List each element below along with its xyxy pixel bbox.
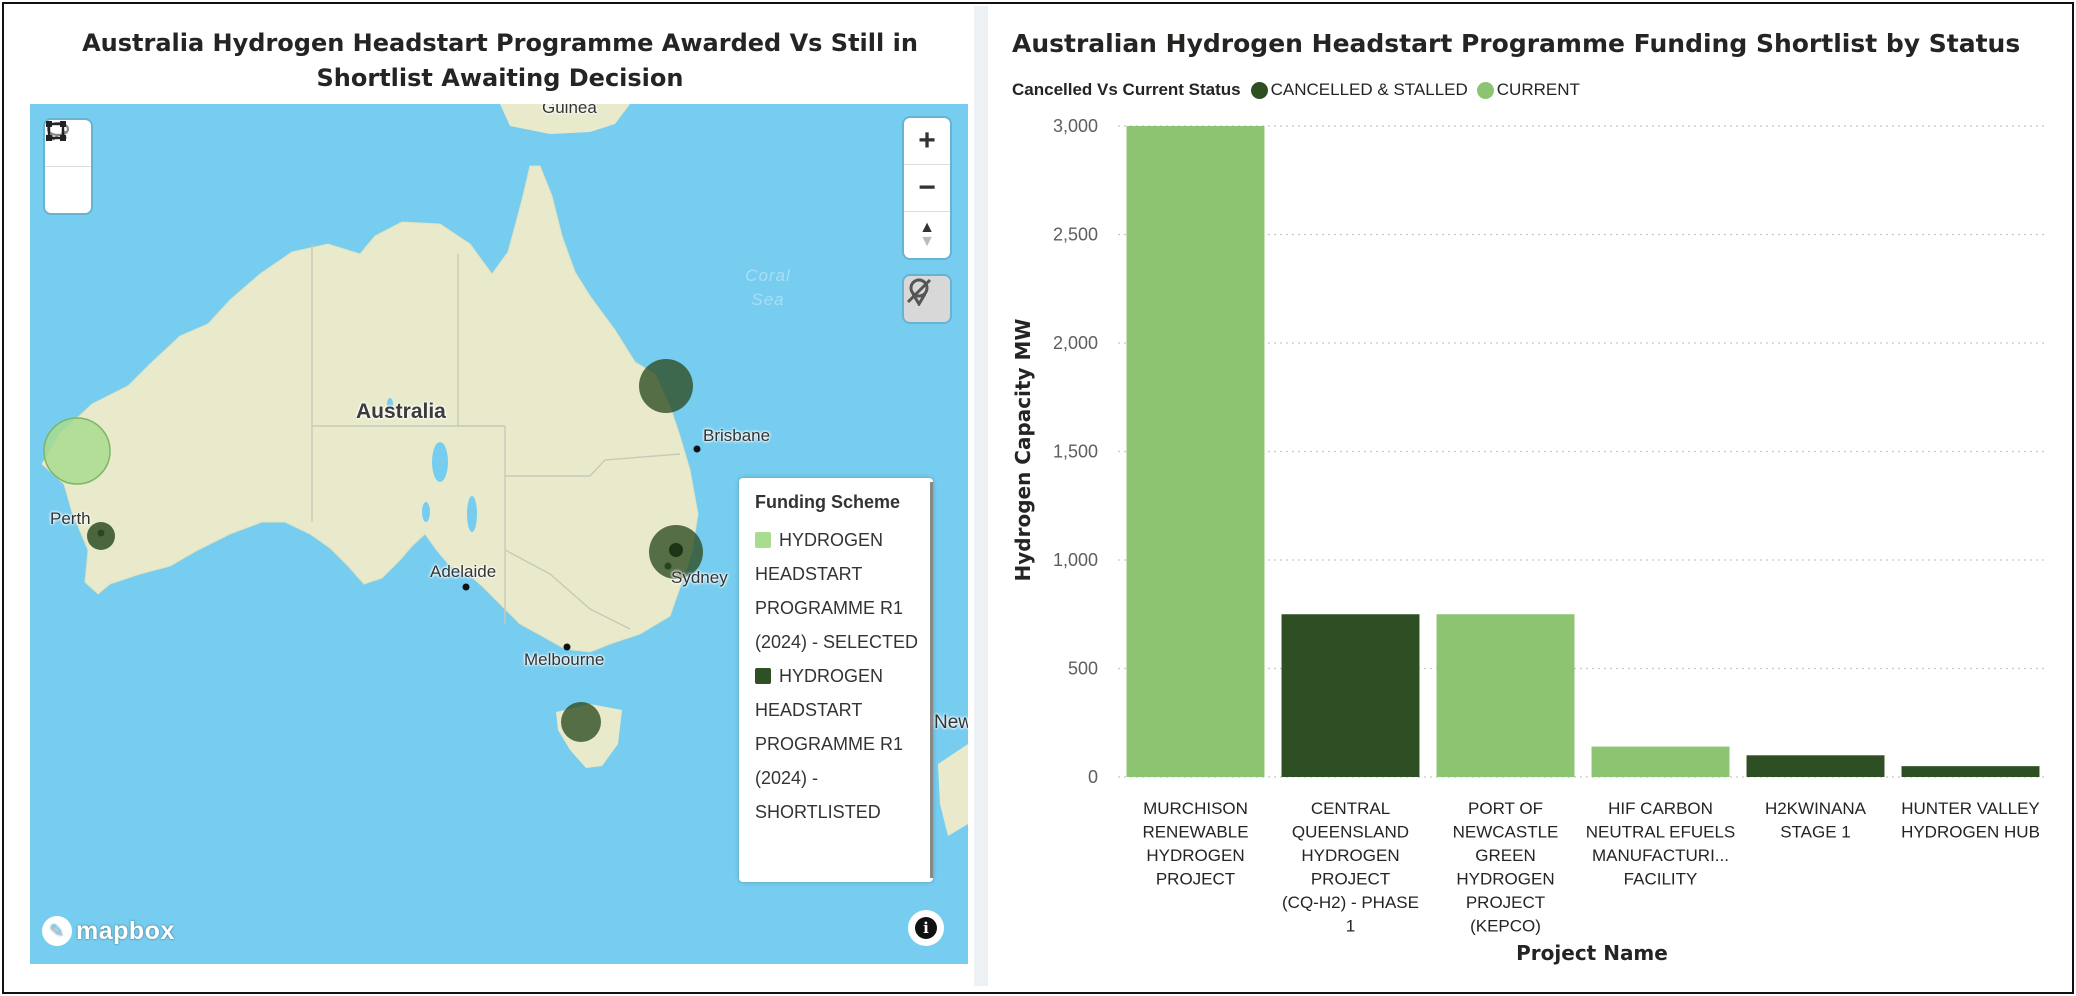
x-tick-label: H2KWINANA xyxy=(1765,799,1867,818)
x-tick-label: HYDROGEN xyxy=(1146,846,1244,865)
x-tick-label: (KEPCO) xyxy=(1470,917,1541,936)
y-tick-label: 2,500 xyxy=(1053,225,1098,245)
y-tick-label: 0 xyxy=(1088,767,1098,787)
x-tick-label: HYDROGEN xyxy=(1301,846,1399,865)
bar[interactable] xyxy=(1591,746,1730,777)
y-tick-label: 1,000 xyxy=(1053,550,1098,570)
x-tick-label: NEUTRAL EFUELS xyxy=(1586,823,1736,842)
y-tick-label: 3,000 xyxy=(1053,116,1098,136)
y-tick-label: 500 xyxy=(1068,659,1098,679)
x-tick-label: PROJECT xyxy=(1156,870,1235,889)
x-tick-label: HIF CARBON xyxy=(1608,799,1713,818)
x-axis-title: Project Name xyxy=(1516,941,1668,965)
bar[interactable] xyxy=(1746,755,1885,777)
bar[interactable] xyxy=(1281,614,1420,777)
x-tick-label: QUEENSLAND xyxy=(1292,823,1409,842)
y-axis-title: Hydrogen Capacity MW xyxy=(1011,319,1035,582)
x-tick-label: HYDROGEN HUB xyxy=(1901,823,2040,842)
bar-chart: 0 500 1,000 1,500 2,000 2,500 3,000 MURCHISON RE… xyxy=(1011,116,2048,965)
y-tick-label: 1,500 xyxy=(1053,442,1098,462)
x-tick-label: HUNTER VALLEY xyxy=(1901,799,2040,818)
x-tick-label: NEWCASTLE xyxy=(1453,823,1559,842)
x-tick-label: (CQ-H2) - PHASE xyxy=(1282,893,1419,912)
x-tick-label: GREEN xyxy=(1475,846,1535,865)
bar[interactable] xyxy=(1126,126,1265,777)
x-tick-label: MURCHISON xyxy=(1143,799,1248,818)
x-tick-label: MANUFACTURI... xyxy=(1592,846,1729,865)
x-tick-label: HYDROGEN xyxy=(1456,870,1554,889)
x-tick-label: FACILITY xyxy=(1624,870,1698,889)
x-tick-label: STAGE 1 xyxy=(1780,823,1851,842)
x-tick-label: CENTRAL xyxy=(1311,799,1390,818)
x-tick-label: 1 xyxy=(1346,917,1355,936)
bar[interactable] xyxy=(1901,766,2040,777)
x-tick-label: PORT OF xyxy=(1468,799,1543,818)
x-tick-label: PROJECT xyxy=(1466,893,1545,912)
y-tick-label: 2,000 xyxy=(1053,333,1098,353)
x-tick-label: PROJECT xyxy=(1311,870,1390,889)
bar[interactable] xyxy=(1436,614,1575,777)
x-tick-label: RENEWABLE xyxy=(1142,823,1248,842)
